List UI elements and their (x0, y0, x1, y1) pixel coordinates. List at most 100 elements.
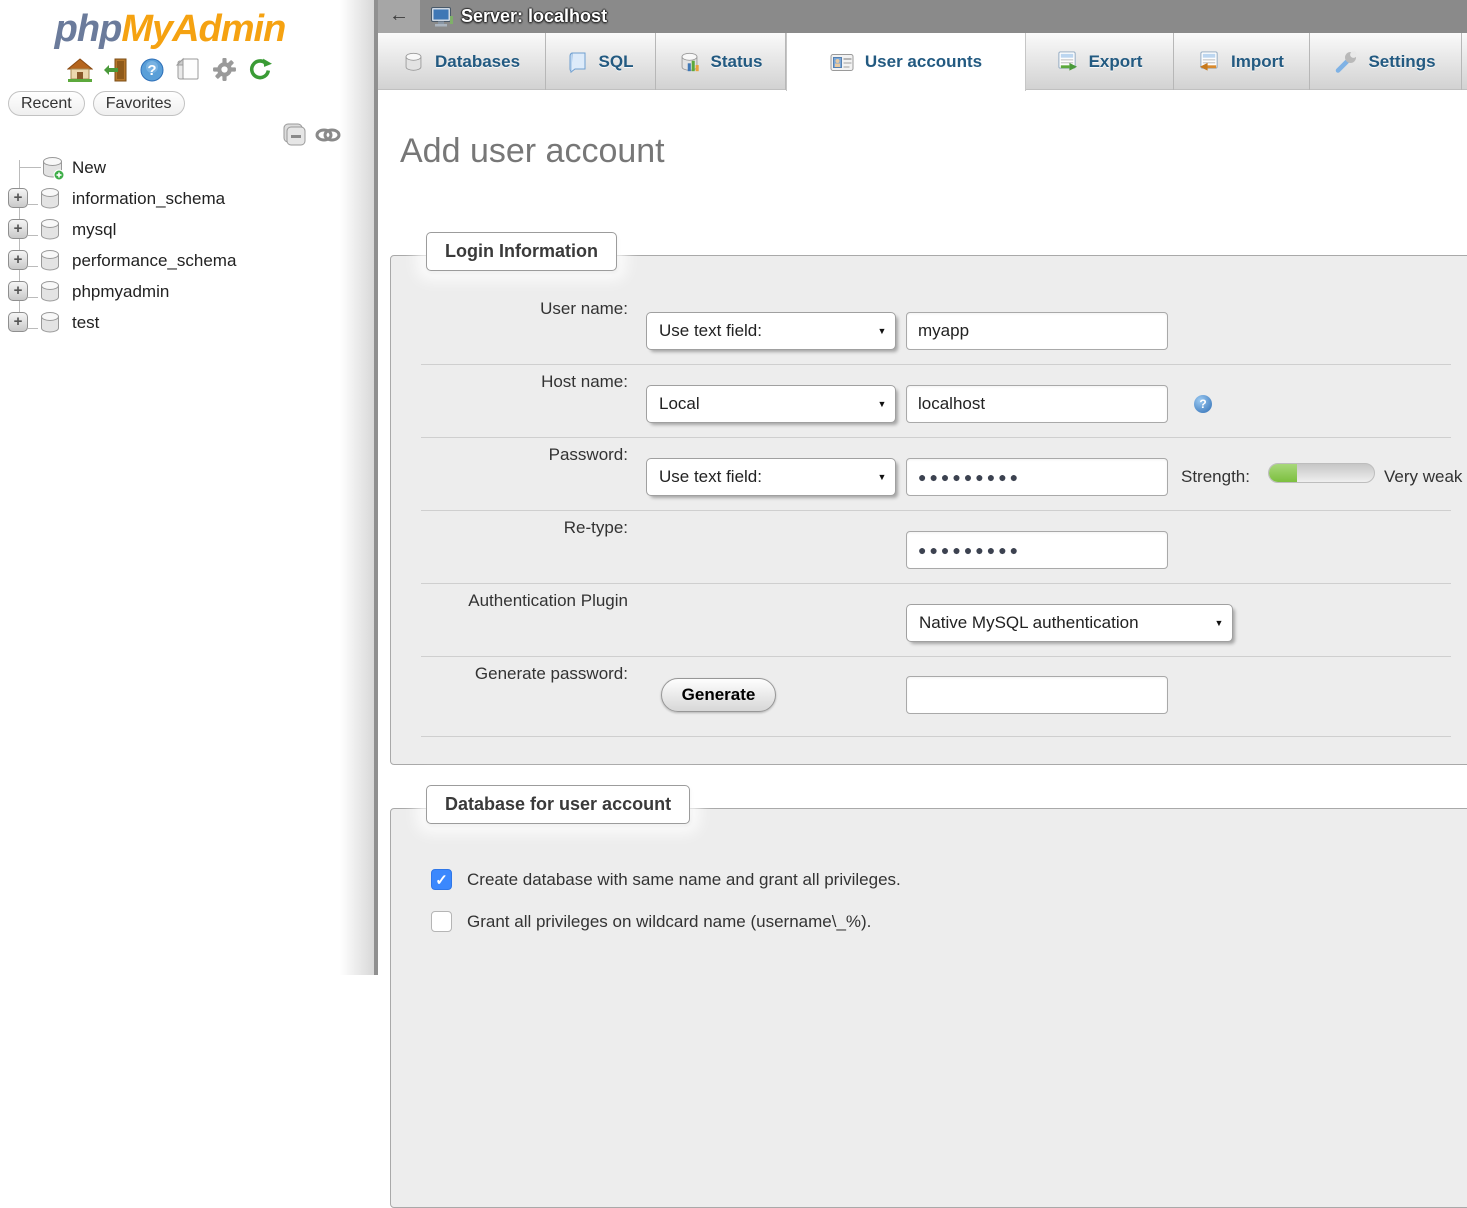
tab-settings[interactable]: Settings (1310, 33, 1462, 90)
generated-password-input[interactable] (906, 676, 1168, 714)
tab-label: Settings (1368, 52, 1435, 72)
tab-label: SQL (599, 52, 634, 72)
sidebar-toolbar: ? (0, 56, 340, 83)
auth-plugin-select[interactable]: Native MySQL authentication ▼ (906, 604, 1233, 642)
checkbox-label: Grant all privileges on wildcard name (u… (467, 912, 871, 932)
tree-item-performance-schema[interactable]: + performance_schema (0, 245, 340, 276)
collapse-all-icon[interactable] (282, 122, 309, 153)
navigation-sidebar: phpMyAdmin ? (0, 0, 374, 975)
host-name-input[interactable] (906, 385, 1168, 423)
page-title: Add user account (400, 132, 665, 171)
row-divider (421, 364, 1451, 365)
chevron-down-icon: ▼ (1206, 618, 1232, 628)
tab-label: Export (1089, 52, 1143, 72)
user-name-type-select[interactable]: Use text field: ▼ (646, 312, 896, 350)
password-input[interactable] (906, 458, 1168, 496)
tree-branch-line (28, 204, 38, 205)
tree-branch-line (28, 328, 38, 329)
strength-meter (1268, 463, 1375, 483)
favorites-button[interactable]: Favorites (93, 91, 185, 116)
tree-item-mysql[interactable]: + mysql (0, 214, 340, 245)
svg-text:?: ? (147, 62, 156, 79)
sidebar-filters: Recent Favorites (8, 91, 185, 116)
tree-branch-line (19, 167, 41, 168)
tab-export[interactable]: Export (1026, 33, 1174, 90)
logo-php-text: php (55, 8, 122, 50)
tree-item-phpmyadmin[interactable]: + phpmyadmin (0, 276, 340, 307)
unlink-databases-icon[interactable] (315, 126, 341, 149)
import-icon (1199, 51, 1220, 72)
row-divider (421, 736, 1451, 737)
tab-label: Databases (435, 52, 520, 72)
tree-branch-line (28, 266, 38, 267)
checkbox-label: Create database with same name and grant… (467, 870, 901, 890)
tree-item-new[interactable]: New (0, 152, 340, 183)
help-icon[interactable]: ? (139, 56, 166, 83)
row-divider (421, 656, 1451, 657)
database-icon (403, 51, 424, 73)
logo-myadmin-text: MyAdmin (121, 8, 285, 50)
reload-icon[interactable] (247, 56, 274, 83)
panel-divider[interactable] (374, 0, 378, 975)
grant-wildcard-checkbox-row[interactable]: Grant all privileges on wildcard name (u… (431, 911, 871, 932)
recent-button[interactable]: Recent (8, 91, 85, 116)
password-label: Password: (391, 445, 628, 465)
generate-button[interactable]: Generate (661, 678, 776, 712)
create-database-checkbox[interactable]: ✓ (431, 869, 452, 890)
expand-icon[interactable]: + (8, 250, 28, 270)
row-divider (421, 510, 1451, 511)
wrench-icon (1335, 51, 1357, 73)
tree-item-label: information_schema (72, 183, 225, 214)
tree-tools (282, 122, 341, 153)
tree-item-label: New (72, 152, 106, 183)
chevron-down-icon: ▼ (869, 472, 895, 482)
database-for-user-legend: Database for user account (426, 785, 690, 824)
database-for-user-fieldset: Database for user account ✓ Create datab… (390, 808, 1467, 1208)
tab-sql[interactable]: SQL (546, 33, 656, 90)
user-name-label: User name: (391, 299, 628, 319)
host-name-type-select[interactable]: Local ▼ (646, 385, 896, 423)
tab-label: User accounts (865, 52, 982, 72)
tab-label: Status (711, 52, 763, 72)
database-icon (38, 310, 62, 340)
main-tab-bar: Databases SQL Status (378, 33, 1467, 90)
generate-button-label: Generate (682, 685, 756, 705)
database-icon (38, 186, 62, 216)
password-type-select[interactable]: Use text field: ▼ (646, 458, 896, 496)
home-icon[interactable] (67, 56, 94, 83)
tree-item-label: mysql (72, 214, 116, 245)
tab-import[interactable]: Import (1174, 33, 1310, 90)
tree-item-information-schema[interactable]: + information_schema (0, 183, 340, 214)
database-icon (38, 279, 62, 309)
row-divider (421, 437, 1451, 438)
tab-status[interactable]: Status (656, 33, 786, 90)
server-breadcrumb: Server: localhost (430, 0, 607, 33)
create-database-checkbox-row[interactable]: ✓ Create database with same name and gra… (431, 869, 901, 890)
sql-icon (568, 51, 588, 73)
user-name-input[interactable] (906, 312, 1168, 350)
log-out-icon[interactable] (103, 56, 130, 83)
documentation-icon[interactable] (175, 56, 202, 83)
expand-icon[interactable]: + (8, 281, 28, 301)
grant-wildcard-checkbox[interactable] (431, 911, 452, 932)
host-help-icon[interactable]: ? (1194, 395, 1212, 413)
tab-user-accounts[interactable]: User accounts (786, 33, 1026, 91)
expand-icon[interactable]: + (8, 219, 28, 239)
server-breadcrumb-label: Server: localhost (461, 6, 607, 27)
retype-password-input[interactable] (906, 531, 1168, 569)
database-icon (38, 248, 62, 278)
chevron-down-icon: ▼ (869, 326, 895, 336)
tree-item-test[interactable]: + test (0, 307, 340, 338)
row-divider (421, 583, 1451, 584)
expand-icon[interactable]: + (8, 312, 28, 332)
back-arrow-button[interactable]: ← (378, 0, 420, 33)
phpmyadmin-logo[interactable]: phpMyAdmin (0, 8, 340, 51)
select-value: Use text field: (647, 467, 869, 487)
login-information-fieldset: Login Information User name: Use text fi… (390, 255, 1467, 765)
tree-item-label: test (72, 307, 99, 338)
expand-icon[interactable]: + (8, 188, 28, 208)
gear-icon[interactable] (211, 56, 238, 83)
tab-databases[interactable]: Databases (378, 33, 546, 90)
user-accounts-icon (830, 53, 854, 72)
tree-item-label: performance_schema (72, 245, 236, 276)
